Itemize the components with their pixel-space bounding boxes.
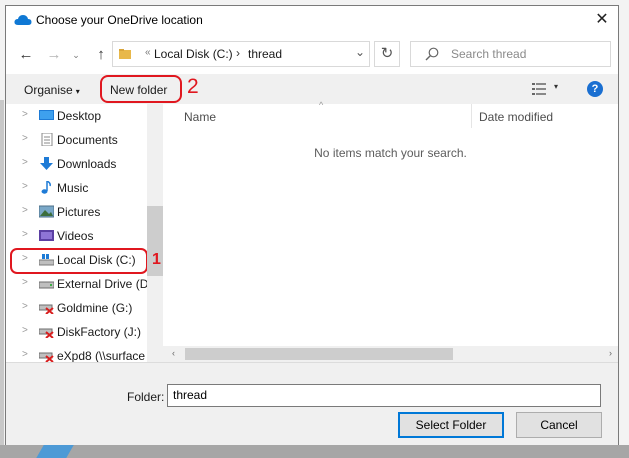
annotation-box-1 <box>10 248 148 274</box>
tree-item-label: eXpd8 (\\surface <box>57 349 146 362</box>
breadcrumb-overflow[interactable]: « <box>145 47 151 58</box>
annotation-number-2: 2 <box>187 75 199 98</box>
tree-item-label: Videos <box>57 229 94 243</box>
close-icon[interactable]: ✕ <box>592 10 612 30</box>
forward-arrow-icon[interactable]: → <box>45 46 63 64</box>
select-folder-button[interactable]: Select Folder <box>398 412 504 438</box>
choose-folder-dialog: Choose your OneDrive location ✕ ← → ⌄ ↑ … <box>5 5 619 445</box>
expand-chevron-icon[interactable]: > <box>22 349 28 360</box>
desktop-icon <box>39 110 54 120</box>
dialog-title: Choose your OneDrive location <box>36 13 203 27</box>
scrollbar-thumb[interactable] <box>185 348 453 360</box>
folder-name-input[interactable]: thread <box>167 384 601 407</box>
column-divider[interactable] <box>471 104 472 128</box>
tree-item-goldmine-g[interactable]: > Goldmine (G:) <box>6 296 162 320</box>
view-options-chevron-icon[interactable]: ▾ <box>554 82 558 91</box>
tree-item-label: Documents <box>57 133 118 147</box>
videos-icon <box>39 230 54 241</box>
pictures-icon <box>39 205 54 218</box>
refresh-icon: ↻ <box>380 45 394 62</box>
up-arrow-icon[interactable]: ↑ <box>92 46 110 64</box>
help-icon[interactable]: ? <box>587 81 603 97</box>
tree-item-label: Desktop <box>57 109 102 123</box>
expand-chevron-icon[interactable]: > <box>22 109 28 120</box>
background-strip <box>0 100 4 458</box>
scroll-right-icon[interactable]: › <box>609 348 612 358</box>
tree-item-documents[interactable]: > Documents <box>6 128 162 152</box>
navigation-pane: > Desktop > Documents > Downloads > Musi… <box>6 104 162 362</box>
navigation-row: ← → ⌄ ↑ « Local Disk (C:) › thread ⌄ ↻ S… <box>6 34 618 74</box>
search-icon <box>425 47 439 61</box>
expand-chevron-icon[interactable]: > <box>22 181 28 192</box>
search-placeholder: Search thread <box>451 47 527 61</box>
expand-chevron-icon[interactable]: > <box>22 229 28 240</box>
organise-label: Organise <box>24 83 73 97</box>
breadcrumb-local-disk[interactable]: Local Disk (C:) <box>154 47 233 61</box>
empty-folder-message: No items match your search. <box>314 146 467 160</box>
sort-indicator-icon: ^ <box>319 100 324 110</box>
horizontal-scrollbar[interactable]: ‹ › <box>163 346 618 362</box>
tree-item-expd8[interactable]: > eXpd8 (\\surface <box>6 344 162 362</box>
search-input[interactable]: Search thread <box>410 41 611 67</box>
folder-label: Folder: <box>127 390 165 404</box>
column-headers: ^ Name Date modified <box>163 100 618 128</box>
address-dropdown-icon[interactable]: ⌄ <box>355 45 365 59</box>
tree-item-diskfactory-j[interactable]: > DiskFactory (J:) <box>6 320 162 344</box>
recent-locations-chevron-icon[interactable]: ⌄ <box>67 46 85 64</box>
tree-item-music[interactable]: > Music <box>6 176 162 200</box>
refresh-button[interactable]: ↻ <box>374 41 400 67</box>
expand-chevron-icon[interactable]: > <box>22 277 28 288</box>
disconnected-drive-icon <box>39 352 54 362</box>
documents-icon <box>41 133 53 146</box>
file-list-pane: ^ Name Date modified No items match your… <box>163 100 618 362</box>
back-arrow-icon[interactable]: ← <box>17 46 35 64</box>
column-header-date-modified[interactable]: Date modified <box>479 110 553 124</box>
tree-item-downloads[interactable]: > Downloads <box>6 152 162 176</box>
address-bar[interactable]: « Local Disk (C:) › thread ⌄ <box>112 41 370 67</box>
expand-chevron-icon[interactable]: > <box>22 157 28 168</box>
downloads-icon <box>40 157 53 170</box>
drive-icon <box>39 281 54 289</box>
music-icon <box>41 181 51 194</box>
tree-item-pictures[interactable]: > Pictures <box>6 200 162 224</box>
breadcrumb-thread[interactable]: thread <box>248 47 282 61</box>
dialog-footer: Folder: thread Select Folder Cancel <box>6 362 618 445</box>
scroll-left-icon[interactable]: ‹ <box>172 348 175 358</box>
navigation-pane-scrollbar[interactable] <box>147 104 163 362</box>
tree-item-desktop[interactable]: > Desktop <box>6 104 162 128</box>
tree-item-label: DiskFactory (J:) <box>57 325 141 339</box>
chevron-down-icon: ▾ <box>75 87 80 96</box>
title-bar: Choose your OneDrive location ✕ <box>6 6 618 34</box>
expand-chevron-icon[interactable]: > <box>22 133 28 144</box>
folder-icon <box>119 49 131 59</box>
tree-item-label: Music <box>57 181 89 195</box>
tree-item-label: Pictures <box>57 205 101 219</box>
expand-chevron-icon[interactable]: > <box>22 301 28 312</box>
tree-item-label: External Drive (D <box>57 277 149 291</box>
tree-item-label: Goldmine (G:) <box>57 301 133 315</box>
tree-item-label: Downloads <box>57 157 117 171</box>
disconnected-drive-icon <box>39 328 54 338</box>
annotation-number-1: 1 <box>152 251 161 268</box>
organise-menu-button[interactable]: Organise ▾ <box>24 83 80 97</box>
tree-item-external-drive-d[interactable]: > External Drive (D <box>6 272 162 296</box>
expand-chevron-icon[interactable]: > <box>22 205 28 216</box>
column-header-name[interactable]: Name <box>184 110 216 124</box>
disconnected-drive-icon <box>39 304 54 314</box>
onedrive-cloud-icon <box>14 15 32 25</box>
background-bottom <box>0 445 629 458</box>
cancel-button[interactable]: Cancel <box>516 412 602 438</box>
view-details-icon[interactable] <box>532 83 546 95</box>
breadcrumb-separator-icon[interactable]: › <box>236 46 240 60</box>
tree-item-videos[interactable]: > Videos <box>6 224 162 248</box>
command-toolbar: Organise ▾ New folder 2 ▾ ? <box>6 74 618 104</box>
expand-chevron-icon[interactable]: > <box>22 325 28 336</box>
annotation-box-2 <box>100 75 182 103</box>
